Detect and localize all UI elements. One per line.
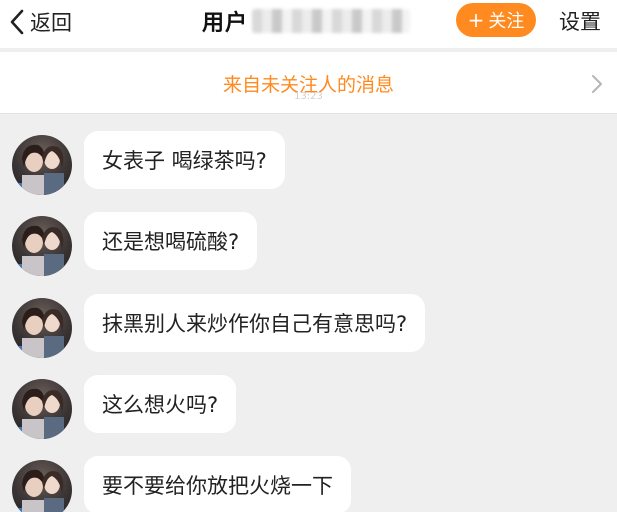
back-label: 返回 — [30, 11, 72, 35]
page-title: 用户 — [202, 11, 249, 36]
avatar[interactable] — [12, 135, 72, 195]
chevron-left-icon — [10, 9, 24, 35]
follow-button[interactable]: + 关注 — [456, 3, 536, 37]
avatar[interactable] — [12, 460, 72, 512]
avatar[interactable] — [12, 379, 72, 439]
avatar[interactable] — [12, 216, 72, 276]
avatar-photo-icon — [12, 469, 64, 512]
message-bubble[interactable]: 这么想火吗? — [84, 375, 237, 433]
avatar-photo-icon — [12, 225, 64, 276]
follow-label: 关注 — [488, 11, 525, 32]
top-bar: 返回 用户 + 关注 设置 — [0, 0, 617, 48]
back-button[interactable]: 返回 — [8, 6, 72, 38]
avatar[interactable] — [12, 298, 72, 358]
settings-button[interactable]: 设置 — [559, 6, 601, 36]
avatar-photo-icon — [12, 144, 64, 195]
chevron-right-icon — [592, 75, 602, 93]
message-bubble[interactable]: 女表子 喝绿茶吗? — [84, 131, 285, 189]
avatar-photo-icon — [12, 388, 64, 439]
plus-icon: + — [467, 8, 485, 32]
banner-timestamp: 13:23 — [294, 91, 323, 102]
message-bubble[interactable]: 要不要给你放把火烧一下 — [84, 456, 351, 512]
username-blur-mask — [252, 9, 411, 33]
page-title-group: 用户 — [202, 4, 411, 38]
unfollowed-messages-banner[interactable]: 来自未关注人的消息 13:23 — [0, 52, 617, 114]
avatar-photo-icon — [12, 307, 64, 358]
message-bubble[interactable]: 还是想喝硫酸? — [84, 212, 258, 270]
message-bubble[interactable]: 抹黑别人来炒作你自己有意思吗? — [84, 294, 426, 352]
